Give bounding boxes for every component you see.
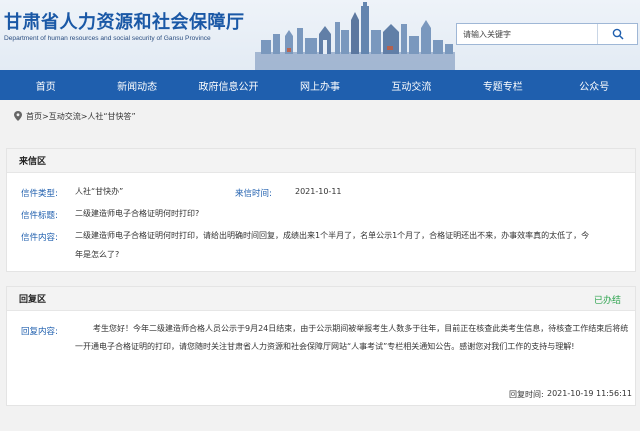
nav-item-special-topics[interactable]: 专题专栏 bbox=[457, 70, 548, 100]
letter-time-label: 来信时间: bbox=[235, 189, 272, 199]
letter-panel: 来信区 信件类型: 人社“甘快办” 来信时间: 2021-10-11 信件标题:… bbox=[6, 148, 636, 272]
reply-panel: 回复区 已办结 回复内容: 考生您好！今年二级建造师合格人员公示于9月24日结束… bbox=[6, 286, 636, 406]
reply-section-header: 回复区 已办结 bbox=[7, 287, 635, 311]
breadcrumb-separator: > bbox=[80, 111, 88, 121]
breadcrumb-home[interactable]: 首页 bbox=[26, 111, 42, 122]
reply-content: 考生您好！今年二级建造师合格人员公示于9月24日结束，由于公示期间被举报考生人数… bbox=[75, 324, 629, 351]
nav-item-gov-info[interactable]: 政府信息公开 bbox=[183, 70, 274, 100]
nav-item-online-service[interactable]: 网上办事 bbox=[274, 70, 365, 100]
letter-type-value: 人社“甘快办” bbox=[75, 187, 124, 196]
letter-section-title: 来信区 bbox=[19, 157, 47, 167]
letter-section-header: 来信区 bbox=[7, 149, 635, 173]
breadcrumb-interaction[interactable]: 互动交流 bbox=[49, 111, 81, 122]
nav-item-news[interactable]: 新闻动态 bbox=[91, 70, 182, 100]
site-header: 甘肃省人力资源和社会保障厅 Department of human resour… bbox=[0, 0, 640, 70]
nav-item-interaction[interactable]: 互动交流 bbox=[366, 70, 457, 100]
letter-time-value: 2021-10-11 bbox=[295, 187, 342, 196]
letter-content-line-1: 二级建造师电子合格证明何时打印，请给出明确时间回复，成绩出来1个半月了，名单公示… bbox=[75, 231, 590, 240]
main-nav: 首页 新闻动态 政府信息公开 网上办事 互动交流 专题专栏 公众号 bbox=[0, 70, 640, 100]
nav-item-home[interactable]: 首页 bbox=[0, 70, 91, 100]
location-pin-icon bbox=[14, 111, 22, 121]
letter-title-label: 信件标题: bbox=[21, 211, 58, 221]
search-icon bbox=[612, 28, 624, 40]
reply-time-value: 2021-10-19 11:56:11 bbox=[547, 389, 632, 398]
reply-time-label: 回复时间: bbox=[509, 390, 544, 399]
city-skyline-illustration bbox=[255, 2, 455, 70]
reply-content-label: 回复内容: bbox=[21, 327, 58, 337]
search-input[interactable] bbox=[457, 24, 597, 44]
nav-item-official-account[interactable]: 公众号 bbox=[549, 70, 640, 100]
search-box bbox=[456, 23, 638, 45]
breadcrumb-current[interactable]: 人社“甘快答” bbox=[87, 111, 135, 122]
letter-title-value: 二级建造师电子合格证明何时打印? bbox=[75, 209, 200, 218]
status-badge: 已办结 bbox=[593, 296, 621, 306]
letter-content-label: 信件内容: bbox=[21, 233, 58, 243]
breadcrumb-separator: > bbox=[42, 111, 49, 121]
letter-content-line-2: 年是怎么了? bbox=[75, 250, 120, 259]
site-title[interactable]: 甘肃省人力资源和社会保障厅 bbox=[4, 8, 245, 34]
reply-section-title: 回复区 bbox=[19, 295, 47, 305]
site-subtitle: Department of human resources and social… bbox=[4, 35, 211, 42]
letter-type-label: 信件类型: bbox=[21, 189, 58, 199]
breadcrumb: 首页 > 互动交流 > 人社“甘快答” bbox=[0, 100, 640, 132]
search-button[interactable] bbox=[597, 24, 637, 44]
